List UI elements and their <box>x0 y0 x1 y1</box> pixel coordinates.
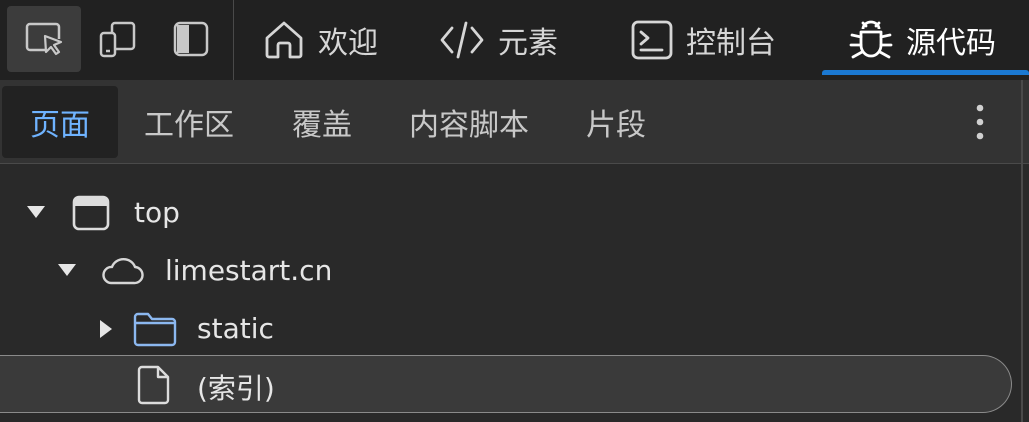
tree-item-folder[interactable]: static <box>0 300 1012 358</box>
subtab-snippets[interactable]: 片段 <box>572 86 660 158</box>
bug-icon <box>848 17 894 63</box>
tab-console[interactable]: 控制台 <box>630 0 776 80</box>
file-icon <box>137 365 170 405</box>
console-icon <box>630 18 674 62</box>
tab-label: 控制台 <box>686 26 776 61</box>
tab-label: 欢迎 <box>318 26 378 61</box>
expanded-arrow-icon[interactable] <box>56 262 78 278</box>
tab-elements[interactable]: 元素 <box>438 0 558 80</box>
tree-item-top[interactable]: top <box>0 184 1012 242</box>
subtab-content-scripts[interactable]: 内容脚本 <box>396 86 542 158</box>
panel-divider <box>1021 80 1023 422</box>
tab-welcome[interactable]: 欢迎 <box>262 0 378 80</box>
subtab-label: 片段 <box>586 108 646 143</box>
tree-item-index-file[interactable]: (索引) <box>0 355 1012 413</box>
device-icon <box>99 21 136 58</box>
toolbar-divider <box>233 0 234 80</box>
folder-icon <box>133 312 177 347</box>
sources-navigator-tabs: 页面 工作区 覆盖 内容脚本 片段 <box>0 80 1029 164</box>
more-vertical-icon <box>976 104 984 140</box>
frame-icon <box>72 195 110 231</box>
tree-item-label: top <box>134 196 180 229</box>
collapsed-arrow-icon[interactable] <box>98 318 114 340</box>
tree-item-label: static <box>197 312 274 345</box>
inspect-element-button[interactable] <box>7 6 81 72</box>
expanded-arrow-icon[interactable] <box>25 204 47 220</box>
tab-label: 元素 <box>498 26 558 61</box>
tree-item-label: limestart.cn <box>165 254 333 287</box>
cloud-icon <box>102 258 144 285</box>
toggle-sidebar-button[interactable] <box>154 6 228 72</box>
tree-item-domain[interactable]: limestart.cn <box>0 242 1012 300</box>
file-tree: top limestart.cn static (索引) <box>0 165 1020 422</box>
subtab-label: 页面 <box>30 108 90 143</box>
tab-label: 源代码 <box>906 26 996 61</box>
subtab-label: 内容脚本 <box>409 108 529 143</box>
subtab-workspace[interactable]: 工作区 <box>130 86 248 158</box>
tree-item-label: (索引) <box>197 372 275 405</box>
more-options-button[interactable] <box>958 94 1002 150</box>
inspect-icon <box>25 22 63 56</box>
sidebar-icon <box>173 21 209 57</box>
devtools-toolbar: 欢迎 元素 控制台 源代码 <box>0 0 1029 80</box>
device-emulation-button[interactable] <box>81 6 155 72</box>
subtab-label: 覆盖 <box>292 108 352 143</box>
code-icon <box>438 18 486 62</box>
subtab-page[interactable]: 页面 <box>2 86 118 158</box>
tab-sources[interactable]: 源代码 <box>848 0 996 80</box>
home-icon <box>262 18 306 62</box>
active-tab-indicator <box>822 70 1029 75</box>
subtab-label: 工作区 <box>144 108 234 143</box>
subtab-overrides[interactable]: 覆盖 <box>276 86 368 158</box>
